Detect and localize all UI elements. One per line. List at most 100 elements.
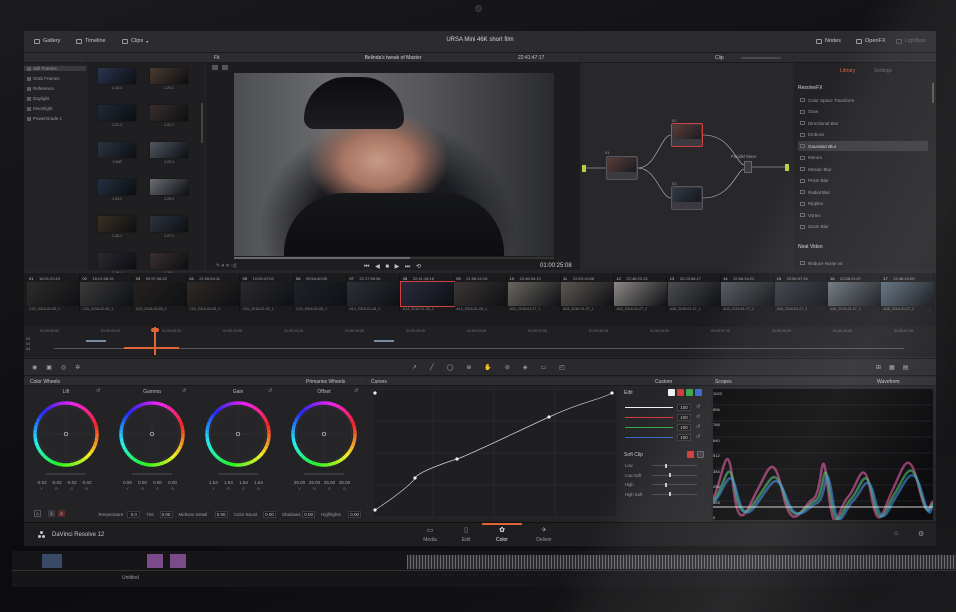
channel-intensity-value[interactable]: 100 [677, 434, 691, 441]
reset-icon[interactable]: ↺ [268, 388, 272, 394]
channel-intensity-value[interactable]: 100 [677, 424, 691, 431]
page-media[interactable]: Media [410, 537, 450, 543]
fx-item-vortex[interactable]: Vortex [798, 210, 928, 220]
home-icon[interactable]: ⌂ [894, 530, 898, 537]
timeline-clip[interactable]: 09 21:56:14:15 A14_2016-01-28_1 [454, 275, 508, 312]
soft-clip-slider[interactable] [652, 474, 697, 476]
wheel-value[interactable]: -0.02 [34, 480, 49, 485]
album-still-frames[interactable]: Still Frames [24, 66, 86, 71]
left-palette-icons[interactable]: ◉▣◎✲ [32, 364, 89, 371]
timeline-clip[interactable] [170, 554, 186, 568]
timeline-clip[interactable]: 07 22:17:56:06 A14_2016-01-28_1 [347, 275, 401, 312]
wheel-value[interactable]: -0.02 [64, 480, 79, 485]
page-2-button[interactable]: 2 [58, 510, 65, 517]
still-thumbnail[interactable] [97, 104, 137, 122]
wheel-value[interactable]: 1.54 [206, 480, 221, 485]
soft-clip-slider[interactable] [652, 484, 697, 485]
wheel-value[interactable]: 1.54 [251, 480, 266, 485]
wheel-value[interactable]: 25.00 [292, 480, 307, 485]
selected-range[interactable] [124, 347, 179, 349]
slider-handle[interactable] [669, 473, 671, 477]
reset-icon[interactable]: ↺ [696, 434, 700, 440]
adjust-value[interactable]: 0.00 [263, 511, 276, 518]
channel-y-button[interactable] [668, 389, 675, 396]
adjust-value[interactable]: 0.00 [159, 511, 173, 518]
color-wheel[interactable] [117, 399, 187, 469]
color-wheel[interactable] [203, 399, 273, 469]
still-thumbnail[interactable] [97, 252, 137, 270]
node-01[interactable]: 01 [605, 150, 638, 180]
still-thumbnail[interactable] [149, 178, 189, 196]
fx-item-emboss[interactable]: Emboss [798, 130, 928, 140]
channel-intensity-value[interactable]: 100 [677, 414, 691, 421]
timeline-clip[interactable]: 05 10:05:47:02 C20_2016-02-05_1 [240, 275, 294, 312]
parallel-mixer-node[interactable] [744, 161, 752, 173]
still-thumbnail[interactable] [149, 252, 189, 270]
page-color[interactable]: Color [482, 537, 522, 543]
fx-item-prism-blur[interactable]: Prism Blur [798, 176, 928, 186]
channel-intensity-slider[interactable] [625, 437, 673, 438]
timeline-clip[interactable]: 13 22:03:58:17 A08_2016-01-27_1 [667, 275, 721, 312]
adjust-value[interactable]: 0.00 [302, 511, 316, 518]
reset-icon[interactable]: ↺ [354, 388, 358, 394]
timeline-clip[interactable]: 15 22:56:57:16 A08_2016-01-27_2 [774, 275, 828, 312]
album-reference[interactable]: Reference [27, 86, 54, 91]
wheel-value[interactable]: 0.00 [150, 480, 165, 485]
wheel-value[interactable]: 1.54 [221, 480, 236, 485]
album-daylight[interactable]: Daylight [27, 96, 49, 101]
timeline-clip[interactable] [42, 554, 62, 568]
tab-library[interactable]: Library [840, 68, 855, 74]
still-thumbnail[interactable] [97, 215, 137, 233]
timeline-clip[interactable]: 03 09:57:46:22 C20_2016-02-05_1 [133, 275, 187, 312]
viewer-scrubber[interactable] [234, 257, 554, 259]
wheel-value[interactable]: 25.00 [307, 480, 322, 485]
tab-settings[interactable]: Settings [874, 68, 892, 74]
reset-icon[interactable]: ↺ [182, 388, 186, 394]
still-thumbnail[interactable] [149, 141, 189, 159]
wheels-mode-select[interactable]: Primaries Wheels [306, 379, 345, 385]
timeline-clip[interactable]: 01 18:01:23:15 C20_2016-02-05_1 [27, 275, 80, 312]
wheel-master-slider[interactable] [304, 473, 344, 475]
fx-item-radial-blur[interactable]: Radial Blur [798, 187, 928, 197]
channel-intensity-slider[interactable] [625, 407, 673, 408]
timeline-clip[interactable]: 02 18:21:58:15 C20_2016-02-05_1 [80, 275, 134, 312]
wheel-value[interactable]: 0.00 [165, 480, 180, 485]
stills-scrollbar[interactable] [201, 103, 203, 143]
channel-b-button[interactable] [695, 389, 702, 396]
openfx-button[interactable]: OpenFX [856, 38, 885, 44]
wheel-value[interactable]: 0.00 [135, 480, 150, 485]
reset-icon[interactable]: ↺ [696, 424, 700, 430]
slider-handle[interactable] [669, 492, 671, 496]
fx-item-color-space-transform[interactable]: Color Space Transform [798, 95, 928, 105]
viewer-mode-icon[interactable] [212, 65, 218, 70]
color-wheel[interactable] [289, 399, 359, 469]
gear-icon[interactable]: ⚙ [918, 530, 924, 538]
reset-icon[interactable]: ↺ [96, 388, 100, 394]
channel-intensity-slider[interactable] [625, 417, 673, 418]
right-palette-icons[interactable]: ⊞▦▤ [876, 364, 916, 371]
soft-clip-slider[interactable] [652, 493, 697, 495]
lightbox-button[interactable]: Lightbox [896, 38, 926, 44]
wheel-value[interactable]: 25.00 [322, 480, 337, 485]
wheel-value[interactable]: 25.00 [337, 480, 352, 485]
timeline-clip[interactable]: 06 09:54:40:00 C20_2016-02-05_1 [294, 275, 347, 312]
still-thumbnail[interactable] [97, 178, 137, 196]
wheel-master-slider[interactable] [218, 473, 258, 475]
album-grab-frames[interactable]: Grab Frames [27, 76, 60, 81]
fx-scrollbar[interactable] [932, 83, 934, 103]
page-a-button[interactable]: A [34, 510, 41, 517]
still-thumbnail[interactable] [149, 104, 189, 122]
timeline-clip[interactable]: 16 22:58:21:07 A08_2016-01-27_2 [828, 275, 881, 312]
nodes-button[interactable]: Nodes [816, 38, 841, 44]
channel-intensity-value[interactable]: 100 [677, 404, 691, 411]
fx-item-reduce-noise[interactable]: Reduce Noise v4 [798, 258, 928, 268]
scopes-mode-select[interactable]: Waveform [877, 379, 900, 385]
page-1-button[interactable]: 1 [48, 510, 55, 517]
color-wheel[interactable] [31, 399, 101, 469]
playhead-handle-icon[interactable] [151, 328, 159, 332]
channel-g-button[interactable] [686, 389, 693, 396]
node-source-input[interactable] [582, 165, 586, 172]
still-thumbnail[interactable] [149, 67, 189, 85]
wheel-master-slider[interactable] [46, 473, 86, 475]
curve-graph[interactable] [372, 389, 617, 517]
